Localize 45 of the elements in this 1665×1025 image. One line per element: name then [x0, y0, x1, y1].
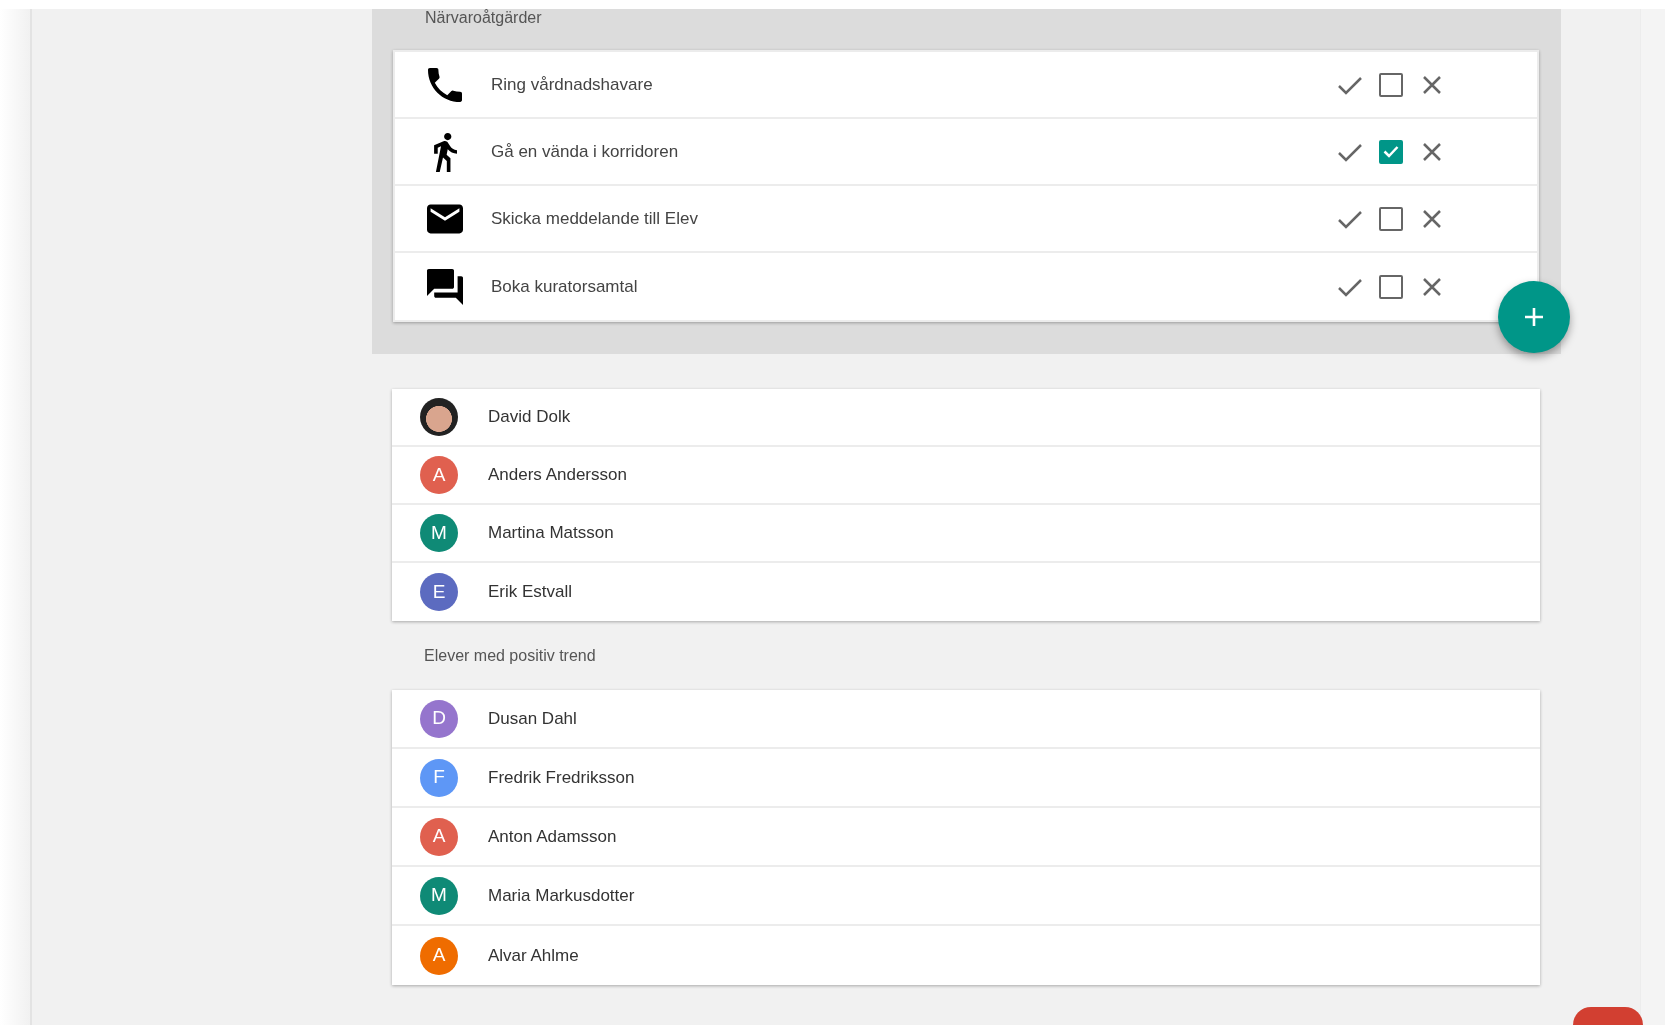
- checkbox[interactable]: [1379, 274, 1403, 299]
- avatar: F: [420, 758, 458, 797]
- student-name: Dusan Dahl: [488, 707, 577, 730]
- checkbox[interactable]: [1379, 206, 1403, 231]
- student-name: Martina Matsson: [488, 522, 614, 545]
- checkbox[interactable]: [1379, 139, 1403, 164]
- add-button[interactable]: [1498, 281, 1570, 353]
- avatar: M: [420, 514, 458, 552]
- checkbox[interactable]: [1379, 72, 1403, 97]
- student-row[interactable]: M Martina Matsson: [392, 505, 1540, 563]
- student-row[interactable]: A Anton Adamsson: [392, 808, 1540, 867]
- check-icon: [1383, 145, 1399, 158]
- student-name: Maria Markusdotter: [488, 884, 635, 907]
- floating-action-button[interactable]: [1573, 1007, 1643, 1025]
- student-row[interactable]: David Dolk: [392, 389, 1540, 447]
- chat-bubbles-icon: [427, 267, 463, 306]
- avatar: D: [420, 699, 458, 738]
- student-row[interactable]: F Fredrik Fredriksson: [392, 749, 1540, 808]
- student-row[interactable]: M Maria Markusdotter: [392, 867, 1540, 926]
- action-label: Skicka meddelande till Elev: [491, 207, 699, 230]
- avatar: A: [420, 817, 458, 856]
- student-name: Anders Andersson: [488, 464, 627, 487]
- student-row[interactable]: A Alvar Ahlme: [392, 926, 1540, 985]
- avatar: M: [420, 876, 458, 915]
- action-label: Gå en vända i korridoren: [491, 140, 680, 163]
- panel-title: Närvaroåtgärder: [424, 9, 543, 28]
- section-title: Elever med positiv trend: [423, 645, 597, 666]
- avatar: E: [420, 573, 458, 611]
- avatar: A: [420, 936, 458, 975]
- avatar: A: [420, 456, 458, 494]
- student-name: Fredrik Fredriksson: [488, 766, 635, 789]
- avatar-photo-placeholder: [420, 398, 458, 436]
- student-name: Anton Adamsson: [488, 825, 617, 848]
- walking-person-icon: [433, 131, 457, 172]
- plus-icon: [1523, 306, 1545, 328]
- student-name: Alvar Ahlme: [488, 944, 579, 967]
- action-label: Ring vårdnadshavare: [491, 73, 654, 96]
- envelope-icon: [427, 203, 463, 234]
- student-row[interactable]: A Anders Andersson: [392, 447, 1540, 505]
- student-name: Erik Estvall: [488, 581, 573, 604]
- student-row[interactable]: D Dusan Dahl: [392, 690, 1540, 749]
- student-name: David Dolk: [488, 406, 571, 429]
- action-label: Boka kuratorsamtal: [491, 275, 639, 298]
- student-row[interactable]: E Erik Estvall: [392, 563, 1540, 621]
- phone-icon: [428, 67, 462, 102]
